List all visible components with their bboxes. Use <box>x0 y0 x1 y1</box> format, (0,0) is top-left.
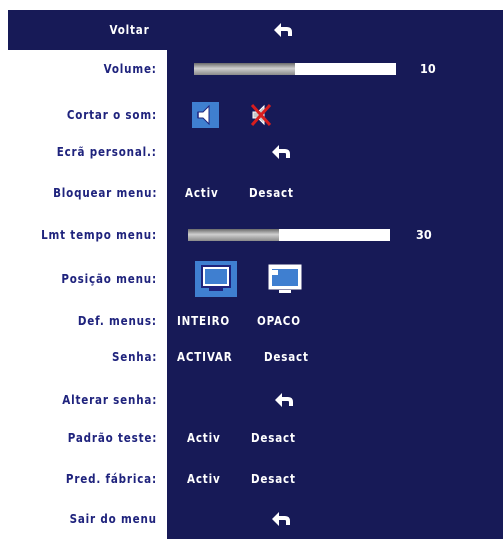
back-label: Voltar <box>109 22 150 37</box>
factory-default-off-option[interactable]: Desact <box>251 462 296 496</box>
factory-default-on-option[interactable]: Activ <box>187 462 221 496</box>
menu-def-row: Def. menus: INTEIRO OPACO <box>0 304 503 338</box>
lock-menu-label: Bloquear menu: <box>52 185 157 200</box>
lock-menu-off-option[interactable]: Desact <box>249 176 294 210</box>
password-off-option[interactable]: Desact <box>264 340 309 374</box>
back-row[interactable]: Voltar <box>0 10 503 50</box>
menu-def-option-2[interactable]: OPACO <box>257 304 301 338</box>
change-password-label: Alterar senha: <box>62 392 157 407</box>
menu-timeout-value: 30 <box>416 227 432 242</box>
factory-default-label: Pred. fábrica: <box>65 471 157 486</box>
test-pattern-label: Padrão teste: <box>67 430 157 445</box>
volume-label: Volume: <box>103 61 157 76</box>
custom-screen-row: Ecrã personal.: <box>0 135 503 169</box>
volume-slider-fill <box>194 63 295 75</box>
menu-position-label: Posição menu: <box>61 271 157 286</box>
password-row: Senha: ACTIVAR Desact <box>0 340 503 374</box>
menu-timeout-slider[interactable] <box>188 229 390 241</box>
volume-row: Volume: 10 <box>0 52 503 86</box>
menu-def-option-1[interactable]: INTEIRO <box>177 304 230 338</box>
test-pattern-off-option[interactable]: Desact <box>251 421 296 455</box>
volume-slider[interactable] <box>194 63 396 75</box>
position-center-icon[interactable] <box>195 261 237 297</box>
password-on-option[interactable]: ACTIVAR <box>177 340 233 374</box>
enter-icon[interactable] <box>273 391 295 409</box>
menu-timeout-slider-fill <box>188 229 279 241</box>
menu-timeout-row: Lmt tempo menu: 30 <box>0 218 503 252</box>
enter-icon[interactable] <box>270 143 292 161</box>
speaker-muted-icon[interactable] <box>248 102 275 128</box>
test-pattern-on-option[interactable]: Activ <box>187 421 221 455</box>
menu-position-row: Posição menu: <box>0 261 503 297</box>
mute-row: Cortar o som: <box>0 98 503 132</box>
lock-menu-row: Bloquear menu: Activ Desact <box>0 176 503 210</box>
speaker-on-icon[interactable] <box>192 102 219 128</box>
exit-menu-row[interactable]: Sair do menu <box>0 502 503 536</box>
enter-icon[interactable] <box>272 21 294 39</box>
volume-value: 10 <box>420 61 436 76</box>
factory-default-row: Pred. fábrica: Activ Desact <box>0 462 503 496</box>
password-label: Senha: <box>111 349 157 364</box>
change-password-row: Alterar senha: <box>0 383 503 417</box>
test-pattern-row: Padrão teste: Activ Desact <box>0 421 503 455</box>
custom-screen-label: Ecrã personal.: <box>56 144 157 159</box>
projector-osd-menu: Voltar Volume: 10 Cortar o som: Ecrã per… <box>0 0 503 539</box>
enter-icon[interactable] <box>270 510 292 528</box>
menu-timeout-label: Lmt tempo menu: <box>41 227 157 242</box>
lock-menu-on-option[interactable]: Activ <box>185 176 219 210</box>
mute-label: Cortar o som: <box>66 107 157 122</box>
position-top-left-icon[interactable] <box>267 263 303 295</box>
menu-def-label: Def. menus: <box>78 313 157 328</box>
exit-menu-label: Sair do menu <box>69 511 157 526</box>
